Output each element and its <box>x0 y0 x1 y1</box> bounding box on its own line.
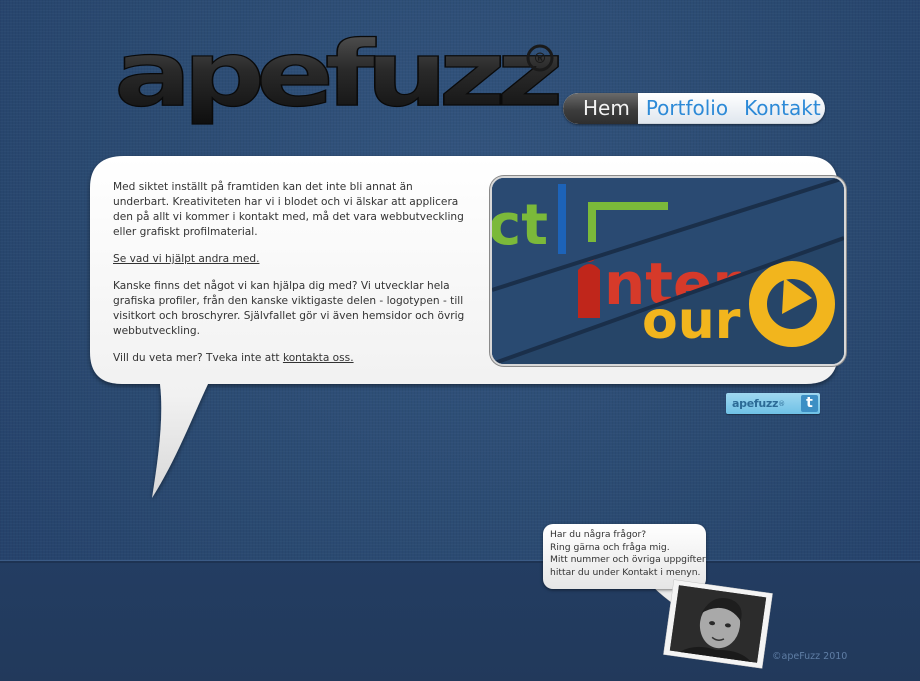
profile-photo <box>663 579 773 669</box>
contact-bubble-line: hittar du under Kontakt i menyn. <box>550 566 701 578</box>
small-bubble-tail <box>651 585 701 619</box>
contact-bubble-line: Mitt nummer och övriga uppgifter <box>550 554 706 565</box>
copyright-text: ©apeFuzz 2010 <box>772 651 848 662</box>
contact-bubble-line: Ring gärna och fråga mig. <box>550 541 670 553</box>
contact-bubble-text: Har du några frågor? Ring gärna och fråg… <box>550 529 710 579</box>
contact-bubble-line: Har du några frågor? <box>550 529 647 540</box>
